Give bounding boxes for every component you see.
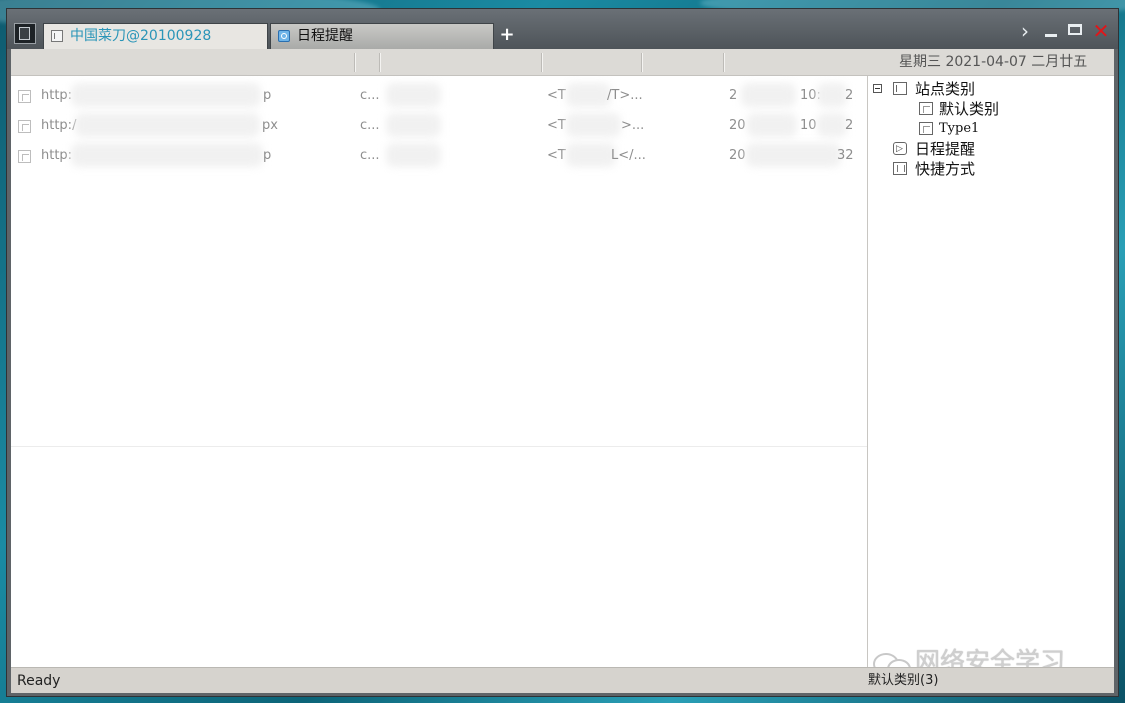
maximize-button[interactable] [1065,21,1087,41]
tree-label: Type1 [939,121,980,136]
close-button[interactable]: ✕ [1090,21,1112,41]
window-icon [51,30,63,42]
page-icon [18,90,31,103]
url-cell: http: [41,148,73,163]
system-menu-button[interactable] [14,23,36,44]
schedule-icon [893,139,907,159]
ip-cell: c... [360,88,380,103]
note-cell: <T [547,88,566,103]
status-bar: Ready 默认类别(3) [11,667,1114,693]
column-separator[interactable] [541,53,543,72]
url-tail: p [263,148,272,163]
hand-icon [893,162,907,175]
time-cell: 20 [729,148,746,163]
table-row[interactable]: http:/ px c... <T >... 20 10 2 [11,111,864,141]
time-cell: 2 [729,88,738,103]
page-icon [919,122,933,135]
page-icon [18,120,31,133]
redaction [741,83,796,107]
column-separator[interactable] [379,53,381,72]
list-header [11,49,864,76]
redaction [817,83,847,107]
tree-label: 日程提醒 [915,140,976,158]
page-icon [18,150,31,163]
time-tail: 32 [837,148,854,163]
table-row[interactable]: http: p c... <T /T>... 2 10: 2 [11,81,864,111]
app-window: 中国菜刀@20100928 日程提醒 + › ✕ 星期三 2021-04-07 … [6,8,1119,697]
redaction [817,113,847,137]
tab-label: 日程提醒 [297,28,353,44]
date-display: 星期三 2021-04-07 二月廿五 [864,49,1114,76]
tab-schedule[interactable]: 日程提醒 [270,23,494,49]
redaction [566,83,611,107]
column-separator[interactable] [641,53,643,72]
folder-icon [893,82,907,95]
time-cell: 20 [729,118,746,133]
note-cell: <T [547,118,566,133]
url-tail: px [262,118,278,133]
column-separator[interactable] [354,53,356,72]
redaction [386,113,441,137]
title-bar: 中国菜刀@20100928 日程提醒 + › ✕ [7,9,1118,49]
page-icon [919,102,933,115]
redaction [386,83,441,107]
time-tail: 2 [845,118,854,133]
url-cell: http: [41,88,73,103]
redaction [71,143,263,167]
calendar-icon [278,30,290,42]
url-cell: http:/ [41,118,77,133]
redaction [566,143,616,167]
column-separator[interactable] [723,53,725,72]
redaction [746,143,841,167]
table-row[interactable]: http: p c... <T L</... 20 32 [11,141,864,171]
chevron-right-icon[interactable]: › [1014,21,1036,41]
url-tail: p [263,88,272,103]
tab-label: 中国菜刀@20100928 [70,28,212,44]
note-cell: <T [547,148,566,163]
redaction [747,113,797,137]
note-tail: >... [621,118,645,133]
ip-cell: c... [360,118,380,133]
tab-chopper[interactable]: 中国菜刀@20100928 [43,23,268,49]
minimize-button[interactable] [1040,21,1062,41]
panel-splitter[interactable] [867,76,868,675]
redaction [386,143,441,167]
tree-label: 快捷方式 [915,160,976,178]
add-tab-button[interactable]: + [498,25,516,45]
redaction [566,113,621,137]
collapse-icon[interactable] [873,84,882,93]
status-text: Ready [17,673,61,689]
status-category-count: 默认类别(3) [868,673,939,688]
note-tail: L</... [611,148,646,163]
time-mid: 10 [800,118,817,133]
main-content: 星期三 2021-04-07 二月廿五 http: p c... <T /T>.… [11,49,1114,679]
grid-line [11,446,867,447]
ip-cell: c... [360,148,380,163]
time-tail: 2 [845,88,854,103]
note-tail: /T>... [607,88,643,103]
redaction [75,113,260,137]
tree-label: 站点类别 [915,80,976,98]
redaction [71,83,261,107]
tree-label: 默认类别 [939,100,1000,118]
